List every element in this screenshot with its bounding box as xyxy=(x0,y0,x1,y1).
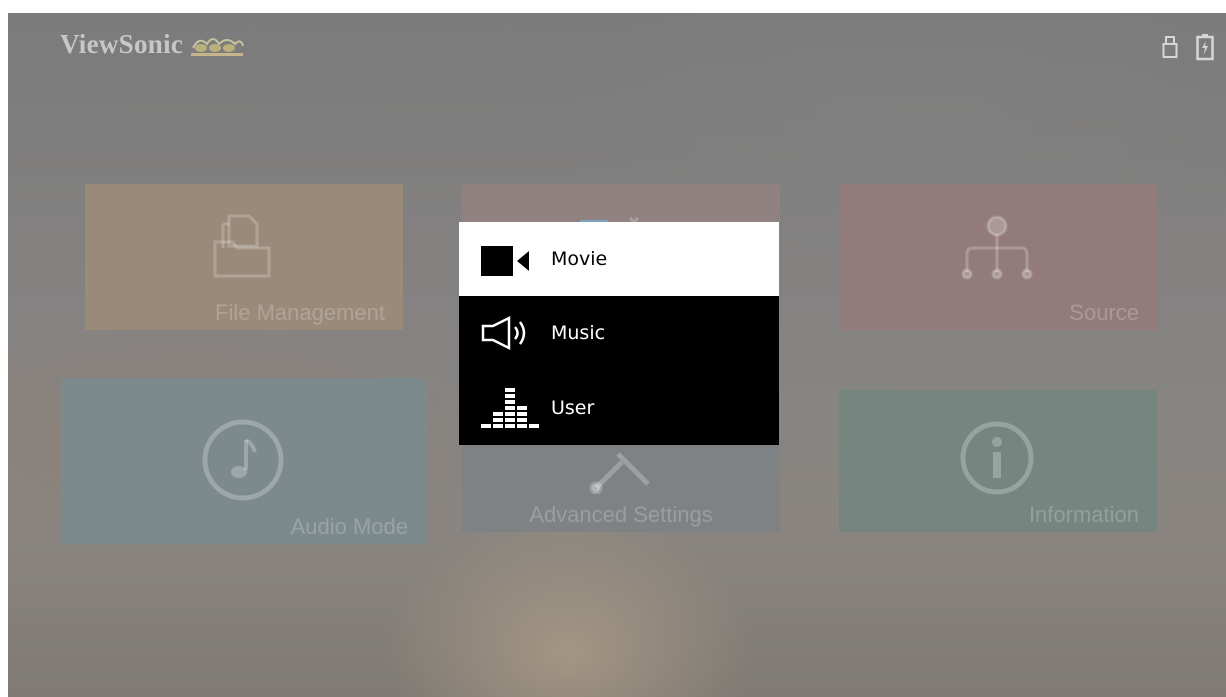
info-icon xyxy=(960,421,1034,495)
menu-item-movie[interactable]: Movie xyxy=(459,222,779,296)
tools-icon xyxy=(589,452,650,494)
speaker-icon xyxy=(481,316,526,350)
battery-icon xyxy=(1196,34,1214,61)
tile-file-management[interactable]: File Management xyxy=(85,184,403,330)
tile-label: Audio Mode xyxy=(290,514,408,539)
camera-icon xyxy=(481,246,529,276)
brand-logo: ViewSonic xyxy=(60,29,245,60)
home-screen: ViewSonic File Management Source Audio M… xyxy=(8,13,1226,697)
birds-logo-icon xyxy=(191,37,245,56)
menu-item-label: Movie xyxy=(551,248,608,270)
source-icon xyxy=(961,215,1033,280)
menu-item-label: Music xyxy=(551,322,606,344)
equalizer-icon xyxy=(481,388,539,428)
brand-name: ViewSonic xyxy=(60,29,184,59)
menu-item-user[interactable]: User xyxy=(459,370,779,445)
tile-label: Information xyxy=(1028,502,1139,527)
folder-icon xyxy=(213,214,271,278)
tile-label: Source xyxy=(1069,300,1139,325)
tile-audio-mode[interactable]: Audio Mode xyxy=(61,378,426,544)
menu-item-music[interactable]: Music xyxy=(459,296,779,370)
music-note-icon xyxy=(202,419,284,501)
menu-item-label: User xyxy=(551,396,595,419)
tile-label: File Management xyxy=(215,300,385,325)
tile-source[interactable]: Source xyxy=(839,184,1157,330)
tile-label: Advanced Settings xyxy=(529,502,713,527)
audio-mode-menu: Movie Music User xyxy=(459,222,779,445)
tile-information[interactable]: Information xyxy=(839,390,1157,532)
status-bar xyxy=(1162,33,1214,61)
usb-icon xyxy=(1162,36,1178,58)
